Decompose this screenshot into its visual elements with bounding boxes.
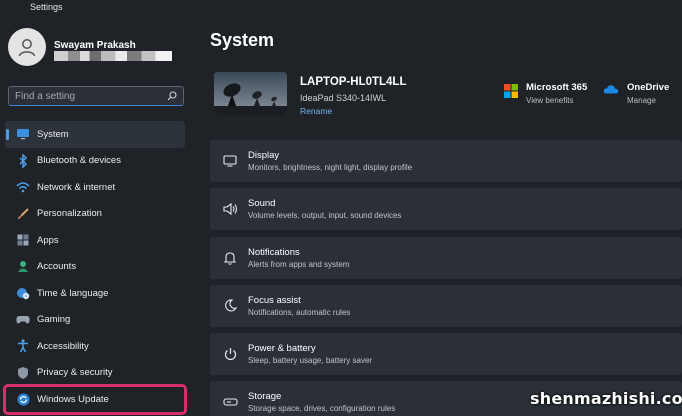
device-wallpaper-thumbnail <box>214 72 287 116</box>
card-subtitle: Notifications, automatic rules <box>248 307 351 317</box>
window-titlebar: Settings <box>0 0 682 16</box>
onedrive-icon <box>603 85 619 94</box>
device-model: IdeaPad S340-14IWL <box>300 93 387 103</box>
sidebar-item-label: Time & language <box>37 287 109 299</box>
settings-list: Display Monitors, brightness, night ligh… <box>210 140 682 416</box>
sidebar-item-gaming[interactable]: Gaming <box>5 307 185 334</box>
user-name: Swayam Prakash <box>54 40 136 51</box>
card-title: Notifications <box>248 246 300 258</box>
sidebar-item-system[interactable]: System <box>5 121 185 148</box>
moon-icon <box>222 298 238 314</box>
bluetooth-icon <box>15 153 31 169</box>
rename-link[interactable]: Rename <box>300 106 332 116</box>
sidebar-item-label: Accounts <box>37 261 77 273</box>
bell-icon <box>222 250 238 266</box>
user-email-redacted <box>54 51 172 61</box>
card-subtitle: Sleep, battery usage, battery saver <box>248 356 373 366</box>
microsoft-365-icon <box>504 84 518 98</box>
sidebar-item-label: Network & internet <box>37 181 116 193</box>
speaker-icon <box>222 201 238 217</box>
service-subtitle[interactable]: Manage <box>627 96 669 105</box>
sidebar-item-label: Bluetooth & devices <box>37 155 121 167</box>
card-subtitle: Volume levels, output, input, sound devi… <box>248 211 402 221</box>
settings-card-display[interactable]: Display Monitors, brightness, night ligh… <box>210 140 682 182</box>
watermark: shenmazhishi.com <box>530 389 682 408</box>
sidebar-item-accounts[interactable]: Accounts <box>5 254 185 281</box>
monitor-icon <box>15 126 31 142</box>
search-box[interactable] <box>8 86 184 106</box>
card-subtitle: Storage space, drives, configuration rul… <box>248 404 396 414</box>
search-input[interactable] <box>15 89 165 104</box>
card-title: Display <box>248 150 280 161</box>
settings-card-power-battery[interactable]: Power & battery Sleep, battery usage, ba… <box>210 333 682 376</box>
device-name: LAPTOP-HL0TL4LL <box>300 76 407 88</box>
sidebar-item-label: Windows Update <box>37 393 109 405</box>
windows-update-icon <box>15 391 31 407</box>
gamepad-icon <box>15 312 31 328</box>
sidebar-item-label: Personalization <box>37 208 102 220</box>
sidebar-nav: System Bluetooth & devices Network & int… <box>3 121 187 415</box>
service-title: OneDrive <box>627 82 670 93</box>
card-title: Focus assist <box>248 294 301 306</box>
page-title: System <box>210 30 275 50</box>
sidebar-item-personalization[interactable]: Personalization <box>5 201 185 228</box>
person-icon <box>18 39 36 57</box>
sidebar-item-bluetooth-devices[interactable]: Bluetooth & devices <box>5 148 185 175</box>
sidebar: Swayam Prakash System Bluetooth & device… <box>0 16 196 416</box>
wifi-icon <box>15 179 31 195</box>
apps-icon <box>15 232 31 248</box>
card-title: Storage <box>248 391 282 403</box>
shield-icon <box>15 365 31 381</box>
service-subtitle[interactable]: View benefits <box>526 96 587 105</box>
card-subtitle: Monitors, brightness, night light, displ… <box>248 163 413 172</box>
sidebar-item-label: System <box>37 128 69 140</box>
display-icon <box>222 153 238 169</box>
sidebar-item-time-language[interactable]: Time & language <box>5 280 185 307</box>
settings-card-sound[interactable]: Sound Volume levels, output, input, soun… <box>210 188 682 231</box>
sidebar-item-windows-update[interactable]: Windows Update <box>3 384 187 415</box>
sidebar-item-label: Gaming <box>37 314 71 326</box>
sidebar-item-label: Accessibility <box>37 340 89 352</box>
sidebar-item-privacy-security[interactable]: Privacy & security <box>5 360 185 387</box>
brush-icon <box>15 206 31 222</box>
card-title: Power & battery <box>248 343 316 355</box>
window-title: Settings <box>30 2 63 12</box>
settings-card-focus-assist[interactable]: Focus assist Notifications, automatic ru… <box>210 284 682 327</box>
onedrive-tile[interactable]: OneDrive Manage <box>603 82 669 105</box>
sidebar-item-label: Privacy & security <box>37 367 113 379</box>
accessibility-icon <box>15 338 31 354</box>
storage-icon <box>222 394 238 410</box>
sidebar-item-apps[interactable]: Apps <box>5 227 185 254</box>
person-icon <box>15 259 31 275</box>
service-title: Microsoft 365 <box>526 82 588 93</box>
settings-card-notifications[interactable]: Notifications Alerts from apps and syste… <box>210 236 682 279</box>
sidebar-item-network-internet[interactable]: Network & internet <box>5 174 185 201</box>
sidebar-item-accessibility[interactable]: Accessibility <box>5 333 185 360</box>
card-subtitle: Alerts from apps and system <box>248 259 350 269</box>
card-title: Sound <box>248 198 276 210</box>
globe-clock-icon <box>15 285 31 301</box>
avatar[interactable] <box>8 28 46 66</box>
microsoft-365-tile[interactable]: Microsoft 365 View benefits <box>504 82 587 105</box>
sidebar-item-label: Apps <box>37 234 59 246</box>
power-icon <box>222 346 238 362</box>
main-content: System LAPTOP-HL0TL4LL IdeaPad S340-14IW… <box>196 16 682 416</box>
search-icon[interactable] <box>167 91 177 101</box>
